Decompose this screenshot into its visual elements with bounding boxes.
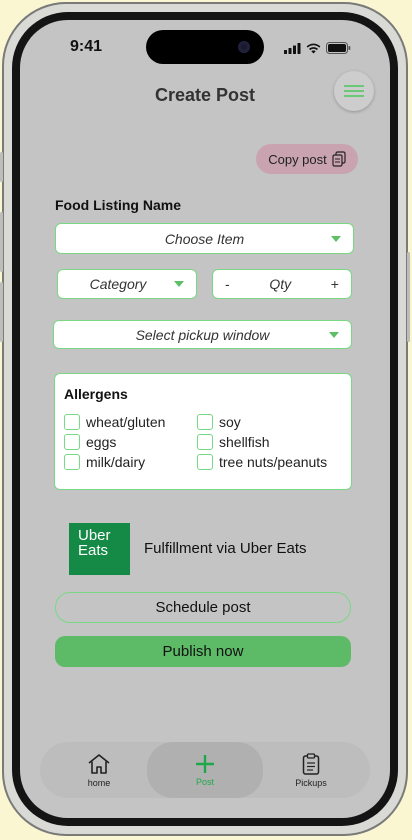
allergen-checkbox-soy[interactable]: soy <box>197 412 327 432</box>
allergen-label: tree nuts/peanuts <box>219 454 328 470</box>
checkbox[interactable] <box>197 434 213 450</box>
allergen-column-right: soy shellfish tree nuts/peanuts <box>197 412 327 472</box>
food-listing-label: Food Listing Name <box>55 197 181 213</box>
clipboard-icon <box>302 752 320 775</box>
camera-icon <box>238 41 250 53</box>
uber-logo-line2: Eats <box>78 542 109 559</box>
uber-eats-logo: Uber Eats <box>69 523 130 575</box>
checkbox[interactable] <box>64 414 80 430</box>
chevron-down-icon <box>174 281 184 287</box>
tab-home-label: home <box>87 777 111 788</box>
tab-pickups-label: Pickups <box>295 777 327 788</box>
allergen-column-left: wheat/gluten eggs milk/dairy <box>64 412 165 472</box>
copy-post-button[interactable]: Copy post <box>256 144 358 174</box>
allergens-panel: Allergens wheat/gluten eggs milk/dairy s… <box>54 373 352 490</box>
home-icon <box>88 753 110 774</box>
screen: 9:41 Create Post Copy post Food Listing … <box>20 20 390 818</box>
allergen-label: eggs <box>86 434 117 450</box>
chevron-down-icon <box>329 331 339 338</box>
volume-down-button <box>0 282 3 342</box>
allergens-title: Allergens <box>64 386 128 402</box>
status-time: 9:41 <box>70 38 103 55</box>
fulfillment-text: Fulfillment via Uber Eats <box>144 540 307 557</box>
checkbox[interactable] <box>64 454 80 470</box>
volume-up-button <box>0 212 3 272</box>
category-text: Category <box>89 276 147 292</box>
tab-home[interactable]: home <box>70 742 128 798</box>
tab-bar: home Post Pickups <box>40 742 370 798</box>
allergen-checkbox-wheat-gluten[interactable]: wheat/gluten <box>64 412 165 432</box>
status-icons <box>284 42 351 54</box>
pickup-window-select[interactable]: Select pickup window <box>53 320 352 349</box>
allergen-label: soy <box>219 414 241 430</box>
wifi-icon <box>306 43 321 53</box>
allergen-checkbox-tree-nuts-peanuts[interactable]: tree nuts/peanuts <box>197 452 327 472</box>
battery-icon <box>326 42 351 54</box>
qty-increment-button[interactable]: + <box>331 276 339 292</box>
hamburger-icon <box>344 85 364 97</box>
checkbox[interactable] <box>197 414 213 430</box>
tab-post-label: Post <box>195 776 214 787</box>
qty-label: Qty <box>269 276 292 292</box>
signal-icon <box>284 42 301 54</box>
plus-icon <box>196 754 214 773</box>
power-button <box>407 252 410 342</box>
silent-switch <box>0 152 3 182</box>
schedule-post-button[interactable]: Schedule post <box>55 592 351 623</box>
allergen-checkbox-milk-dairy[interactable]: milk/dairy <box>64 452 165 472</box>
allergen-label: milk/dairy <box>86 454 146 470</box>
tab-pickups[interactable]: Pickups <box>282 742 340 798</box>
clipboard-copy-icon <box>332 151 346 167</box>
publish-now-button[interactable]: Publish now <box>55 636 351 667</box>
checkbox[interactable] <box>64 434 80 450</box>
allergen-checkbox-shellfish[interactable]: shellfish <box>197 432 327 452</box>
choose-item-select[interactable]: Choose Item <box>55 223 354 254</box>
choose-item-text: Choose Item <box>164 230 245 247</box>
checkbox[interactable] <box>197 454 213 470</box>
tab-post[interactable]: Post <box>147 742 263 798</box>
copy-post-label: Copy post <box>268 151 327 167</box>
pickup-window-text: Select pickup window <box>135 326 270 343</box>
chevron-down-icon <box>331 235 341 242</box>
quantity-stepper: - Qty + <box>212 269 352 299</box>
phone-frame: 9:41 Create Post Copy post Food Listing … <box>0 2 410 836</box>
qty-decrement-button[interactable]: - <box>225 276 230 292</box>
category-select[interactable]: Category <box>57 269 197 299</box>
allergen-checkbox-eggs[interactable]: eggs <box>64 432 165 452</box>
menu-button[interactable] <box>334 71 374 111</box>
uber-logo-line1: Uber <box>78 527 111 544</box>
allergen-label: wheat/gluten <box>86 414 166 430</box>
allergen-label: shellfish <box>219 434 270 450</box>
